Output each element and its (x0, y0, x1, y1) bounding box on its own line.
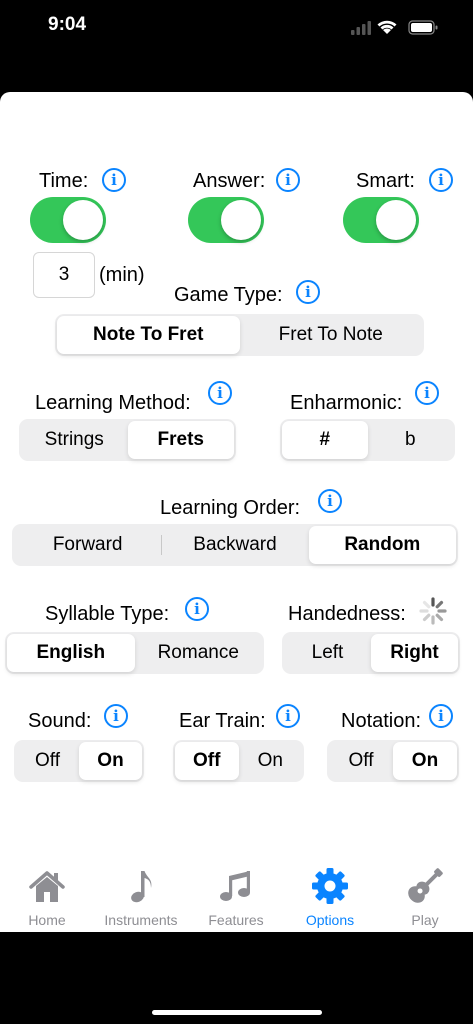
guitar-icon (408, 868, 443, 903)
syllable-type-english[interactable]: English (7, 634, 135, 672)
learning-method-info-icon[interactable]: i (208, 381, 232, 405)
notation-control: Off On (327, 740, 459, 782)
tab-features[interactable]: Features (189, 858, 283, 932)
cellular-signal-icon (351, 21, 371, 35)
tab-play[interactable]: Play (378, 858, 472, 932)
answer-label: Answer: (193, 170, 266, 192)
time-info-icon[interactable]: i (102, 168, 126, 192)
home-indicator (152, 1010, 322, 1015)
learning-method-strings[interactable]: Strings (21, 421, 128, 459)
notation-label: Notation: (341, 710, 422, 732)
status-time: 9:04 (48, 14, 87, 35)
smart-toggle[interactable] (343, 197, 419, 243)
tab-features-label: Features (208, 912, 264, 928)
game-type-control: Note To Fret Fret To Note (55, 314, 424, 356)
status-icons (351, 20, 438, 35)
toggle-knob (221, 200, 261, 240)
enharmonic-control: # b (280, 419, 455, 461)
minutes-input[interactable]: 3 (33, 252, 95, 298)
syllable-type-romance[interactable]: Romance (135, 634, 263, 672)
syllable-type-control: English Romance (5, 632, 264, 674)
ear-train-label: Ear Train: (179, 710, 266, 732)
learning-method-label: Learning Method: (35, 392, 191, 414)
smart-info-icon[interactable]: i (429, 168, 453, 192)
tab-instruments[interactable]: Instruments (94, 858, 188, 932)
ear-train-info-icon[interactable]: i (276, 704, 300, 728)
minutes-unit: (min) (99, 264, 145, 286)
tab-bar: Home Instruments Features Options Play (0, 858, 473, 932)
segment-divider (161, 535, 163, 555)
time-toggle[interactable] (30, 197, 106, 243)
toggle-knob (63, 200, 103, 240)
ear-train-on[interactable]: On (239, 742, 303, 780)
sound-off[interactable]: Off (16, 742, 79, 780)
sound-on[interactable]: On (79, 742, 142, 780)
learning-order-forward[interactable]: Forward (14, 526, 161, 564)
music-notes-icon (220, 871, 250, 901)
ear-train-off[interactable]: Off (175, 742, 239, 780)
music-note-icon (131, 871, 152, 903)
sound-info-icon[interactable]: i (104, 704, 128, 728)
notation-on[interactable]: On (393, 742, 457, 780)
learning-order-random[interactable]: Random (308, 526, 456, 564)
game-type-fret-to-note[interactable]: Fret To Note (240, 316, 423, 354)
learning-order-info-icon[interactable]: i (318, 489, 342, 513)
time-label: Time: (39, 170, 89, 192)
tab-options-label: Options (305, 912, 355, 928)
notation-info-icon[interactable]: i (429, 704, 453, 728)
enharmonic-info-icon[interactable]: i (415, 381, 439, 405)
notation-off[interactable]: Off (329, 742, 393, 780)
game-type-info-icon[interactable]: i (296, 280, 320, 304)
handedness-control: Left Right (282, 632, 460, 674)
answer-toggle[interactable] (188, 197, 264, 243)
game-type-label: Game Type: (174, 284, 283, 306)
game-type-note-to-fret[interactable]: Note To Fret (57, 316, 240, 354)
loading-spinner-icon (419, 597, 447, 625)
ear-train-control: Off On (173, 740, 304, 782)
learning-order-backward-label: Backward (193, 534, 277, 555)
house-icon (29, 871, 65, 902)
enharmonic-label: Enharmonic: (290, 392, 403, 414)
handedness-right[interactable]: Right (371, 634, 458, 672)
learning-method-frets[interactable]: Frets (127, 421, 234, 459)
learning-method-control: Strings Frets (19, 419, 236, 461)
sound-label: Sound: (28, 710, 92, 732)
learning-order-control: Forward Backward Random (12, 524, 458, 566)
enharmonic-flat[interactable]: b (368, 421, 454, 459)
answer-info-icon[interactable]: i (276, 168, 300, 192)
enharmonic-sharp[interactable]: # (282, 421, 368, 459)
learning-order-backward[interactable]: Backward (161, 526, 308, 564)
handedness-left[interactable]: Left (284, 634, 371, 672)
tab-play-label: Play (411, 912, 439, 928)
sound-control: Off On (14, 740, 144, 782)
gear-icon (312, 868, 348, 904)
wifi-icon (377, 20, 397, 34)
syllable-type-label: Syllable Type: (45, 603, 170, 625)
toggle-knob (376, 200, 416, 240)
tab-home[interactable]: Home (0, 858, 94, 932)
learning-order-label: Learning Order: (160, 497, 301, 519)
handedness-label: Handedness: (288, 603, 406, 625)
tab-instruments-label: Instruments (104, 912, 178, 928)
tab-options[interactable]: Options (283, 858, 377, 932)
tab-home-label: Home (28, 912, 66, 928)
syllable-type-info-icon[interactable]: i (185, 597, 209, 621)
smart-label: Smart: (356, 170, 415, 192)
battery-icon (408, 20, 438, 35)
